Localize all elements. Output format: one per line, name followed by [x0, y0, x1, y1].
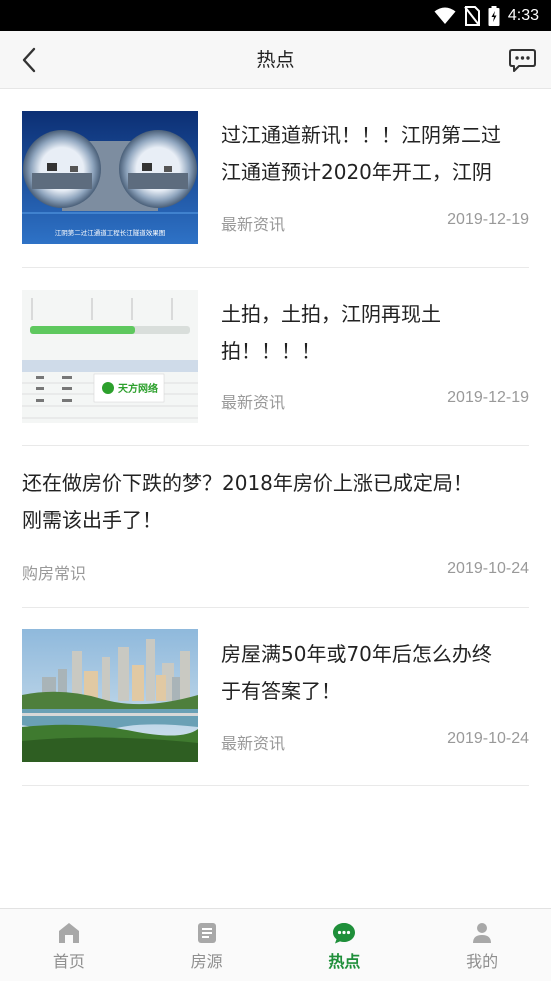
article-date: 2019-12-19: [447, 211, 529, 228]
article-category: 购房常识: [22, 564, 87, 583]
tunnel-image: 江阴第二过江通道工程长江隧道效果图: [22, 111, 198, 244]
article-item[interactable]: 还在做房价下跌的梦？2018年房价上涨已成定局！ 刚需该出手了！ 购房常识 20…: [22, 446, 529, 608]
message-dots-icon: [508, 48, 536, 72]
document-icon: [197, 923, 216, 943]
article-title-line: 过江通道新讯！！！江阴第二过: [221, 123, 501, 147]
article-title-line: 还在做房价下跌的梦？2018年房价上涨已成定局！: [22, 471, 473, 495]
article-item[interactable]: 天方网络 土拍，土拍，江阴再现土 拍！！！！ 最新资讯 2019-12-19: [22, 268, 529, 446]
message-button[interactable]: [507, 45, 537, 75]
land-auction-thumbnail: 天方网络: [22, 290, 198, 423]
land-auction-image: 天方网络: [22, 290, 198, 423]
bottom-tab-bar: 首页 房源 热点 我的: [0, 908, 551, 981]
article-date: 2019-10-24: [447, 560, 529, 577]
article-title-line: 土拍，土拍，江阴再现土: [221, 302, 441, 326]
home-icon: [58, 923, 79, 943]
user-icon: [473, 923, 492, 943]
thumb-brand: 天方网络: [118, 382, 158, 395]
wifi-icon: [434, 7, 456, 24]
article-title: 过江通道新讯！！！江阴第二过 江通道预计2020年开工，江阴: [221, 117, 501, 191]
city-thumbnail: [22, 629, 198, 762]
tab-listings[interactable]: 房源: [138, 909, 276, 981]
status-icons: 4:33: [434, 0, 539, 31]
tab-label: 我的: [466, 952, 499, 971]
article-category: 最新资讯: [221, 393, 286, 412]
status-time: 4:33: [507, 6, 539, 24]
article-title-line: 刚需该出手了！: [22, 508, 162, 532]
article-title: 还在做房价下跌的梦？2018年房价上涨已成定局！ 刚需该出手了！: [22, 465, 473, 539]
article-category: 最新资讯: [221, 215, 286, 234]
article-item[interactable]: 江阴第二过江通道工程长江隧道效果图 过江通道新讯！！！江阴第二过 江通道预计20…: [22, 90, 529, 268]
article-title-line: 江通道预计2020年开工，江阴: [221, 160, 492, 184]
tab-hotspot[interactable]: 热点: [276, 909, 414, 981]
article-title-line: 房屋满50年或70年后怎么办终: [221, 642, 492, 666]
chat-bubble-icon: [333, 923, 356, 944]
article-item[interactable]: 房屋满50年或70年后怎么办终 于有答案了！ 最新资讯 2019-10-24: [22, 608, 529, 786]
article-date: 2019-10-24: [447, 730, 529, 747]
article-title: 房屋满50年或70年后怎么办终 于有答案了！: [221, 636, 492, 710]
tunnel-thumbnail: 江阴第二过江通道工程长江隧道效果图: [22, 111, 198, 244]
tab-home[interactable]: 首页: [0, 909, 138, 981]
tab-label: 热点: [328, 952, 361, 971]
no-sim-icon: [464, 5, 480, 26]
article-title-line: 于有答案了！: [221, 679, 341, 703]
nav-bar: 热点: [0, 31, 551, 89]
article-date: 2019-12-19: [447, 389, 529, 406]
battery-icon: [488, 5, 500, 26]
tab-profile[interactable]: 我的: [413, 909, 551, 981]
tab-label: 房源: [190, 952, 223, 971]
thumb-caption: 江阴第二过江通道工程长江隧道效果图: [55, 228, 166, 237]
status-bar: 4:33: [0, 0, 551, 31]
article-category: 最新资讯: [221, 734, 286, 753]
article-title-line: 拍！！！！: [221, 339, 321, 363]
tab-label: 首页: [52, 952, 85, 971]
article-title: 土拍，土拍，江阴再现土 拍！！！！: [221, 296, 441, 370]
city-river-image: [22, 629, 198, 762]
page-title: 热点: [256, 49, 295, 71]
